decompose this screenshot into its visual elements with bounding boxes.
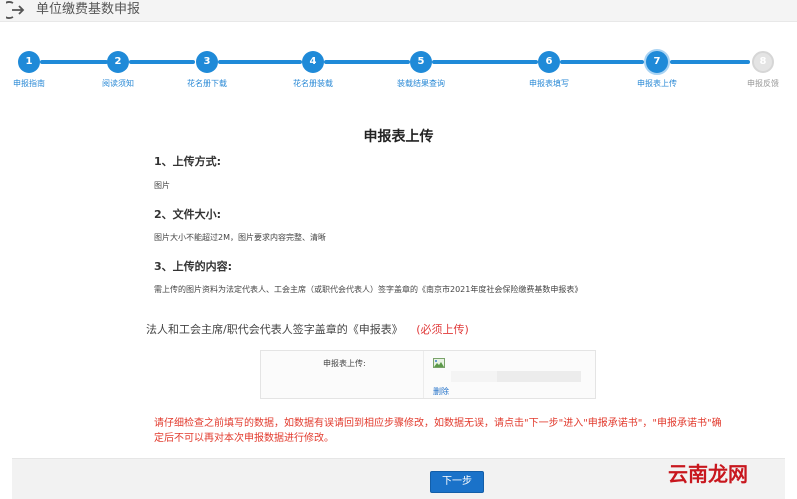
top-bar: 单位缴费基数申报 <box>0 0 797 22</box>
section-heading-size: 2、文件大小: <box>154 208 222 221</box>
page-title: 申报表上传 <box>363 129 434 145</box>
file-name-field <box>451 371 497 382</box>
step-2[interactable]: 2 阅读须知 <box>78 48 158 89</box>
step-label: 申报反馈 <box>747 79 779 88</box>
step-number: 1 <box>18 51 40 73</box>
app-title: 单位缴费基数申报 <box>36 2 141 17</box>
step-label: 花名册下载 <box>187 79 227 88</box>
step-label: 申报表上传 <box>637 79 677 88</box>
section-heading-content: 3、上传的内容: <box>154 260 233 273</box>
step-number: 3 <box>196 51 218 73</box>
step-4[interactable]: 4 花名册装载 <box>273 48 353 89</box>
required-tag: (必须上传) <box>416 323 469 336</box>
step-5[interactable]: 5 装载结果查询 <box>381 48 461 89</box>
section-text-method: 图片 <box>154 181 170 190</box>
step-number: 5 <box>410 51 432 73</box>
file-preview-bar <box>497 371 581 382</box>
next-step-button[interactable]: 下一步 <box>430 471 484 493</box>
step-number: 2 <box>107 51 129 73</box>
step-8[interactable]: 8 申报反馈 <box>723 48 797 89</box>
step-label: 装载结果查询 <box>397 79 445 88</box>
step-number: 4 <box>302 51 324 73</box>
step-3[interactable]: 3 花名册下载 <box>167 48 247 89</box>
upload-label: 申报表上传: <box>323 359 366 368</box>
step-7[interactable]: 7 申报表上传 <box>617 48 697 89</box>
warning-message: 请仔细检查之前填写的数据，如数据有误请回到相应步骤修改，如数据无误，请点击"下一… <box>154 418 722 444</box>
step-number: 7 <box>644 49 670 75</box>
divider <box>423 351 424 398</box>
section-heading-method: 1、上传方式: <box>154 155 222 168</box>
image-thumbnail-icon[interactable] <box>433 358 445 368</box>
back-arrow-icon[interactable] <box>6 0 26 20</box>
watermark-logo: 云南龙网 <box>668 462 748 486</box>
step-number: 8 <box>752 51 774 73</box>
step-label: 阅读须知 <box>102 79 134 88</box>
step-label: 申报表填写 <box>529 79 569 88</box>
upload-box: 申报表上传: 删除 <box>260 350 596 399</box>
step-number: 6 <box>538 51 560 73</box>
step-6[interactable]: 6 申报表填写 <box>509 48 589 89</box>
step-1[interactable]: 1 申报指南 <box>0 48 69 89</box>
section-text-size: 图片大小不能超过2M，图片要求内容完整、清晰 <box>154 233 326 242</box>
delete-link[interactable]: 删除 <box>433 386 449 397</box>
progress-stepper: 1 申报指南 2 阅读须知 3 花名册下载 4 花名册装载 5 装载结果查询 6… <box>0 48 797 98</box>
requirement-text: 法人和工会主席/职代会代表人签字盖章的《申报表》 <box>146 323 403 336</box>
step-label: 花名册装载 <box>293 79 333 88</box>
upload-requirement: 法人和工会主席/职代会代表人签字盖章的《申报表》 (必须上传) <box>146 321 469 337</box>
section-text-content: 需上传的图片资料为法定代表人、工会主席（或职代会代表人）签字盖章的《南京市202… <box>154 285 583 294</box>
step-label: 申报指南 <box>13 79 45 88</box>
